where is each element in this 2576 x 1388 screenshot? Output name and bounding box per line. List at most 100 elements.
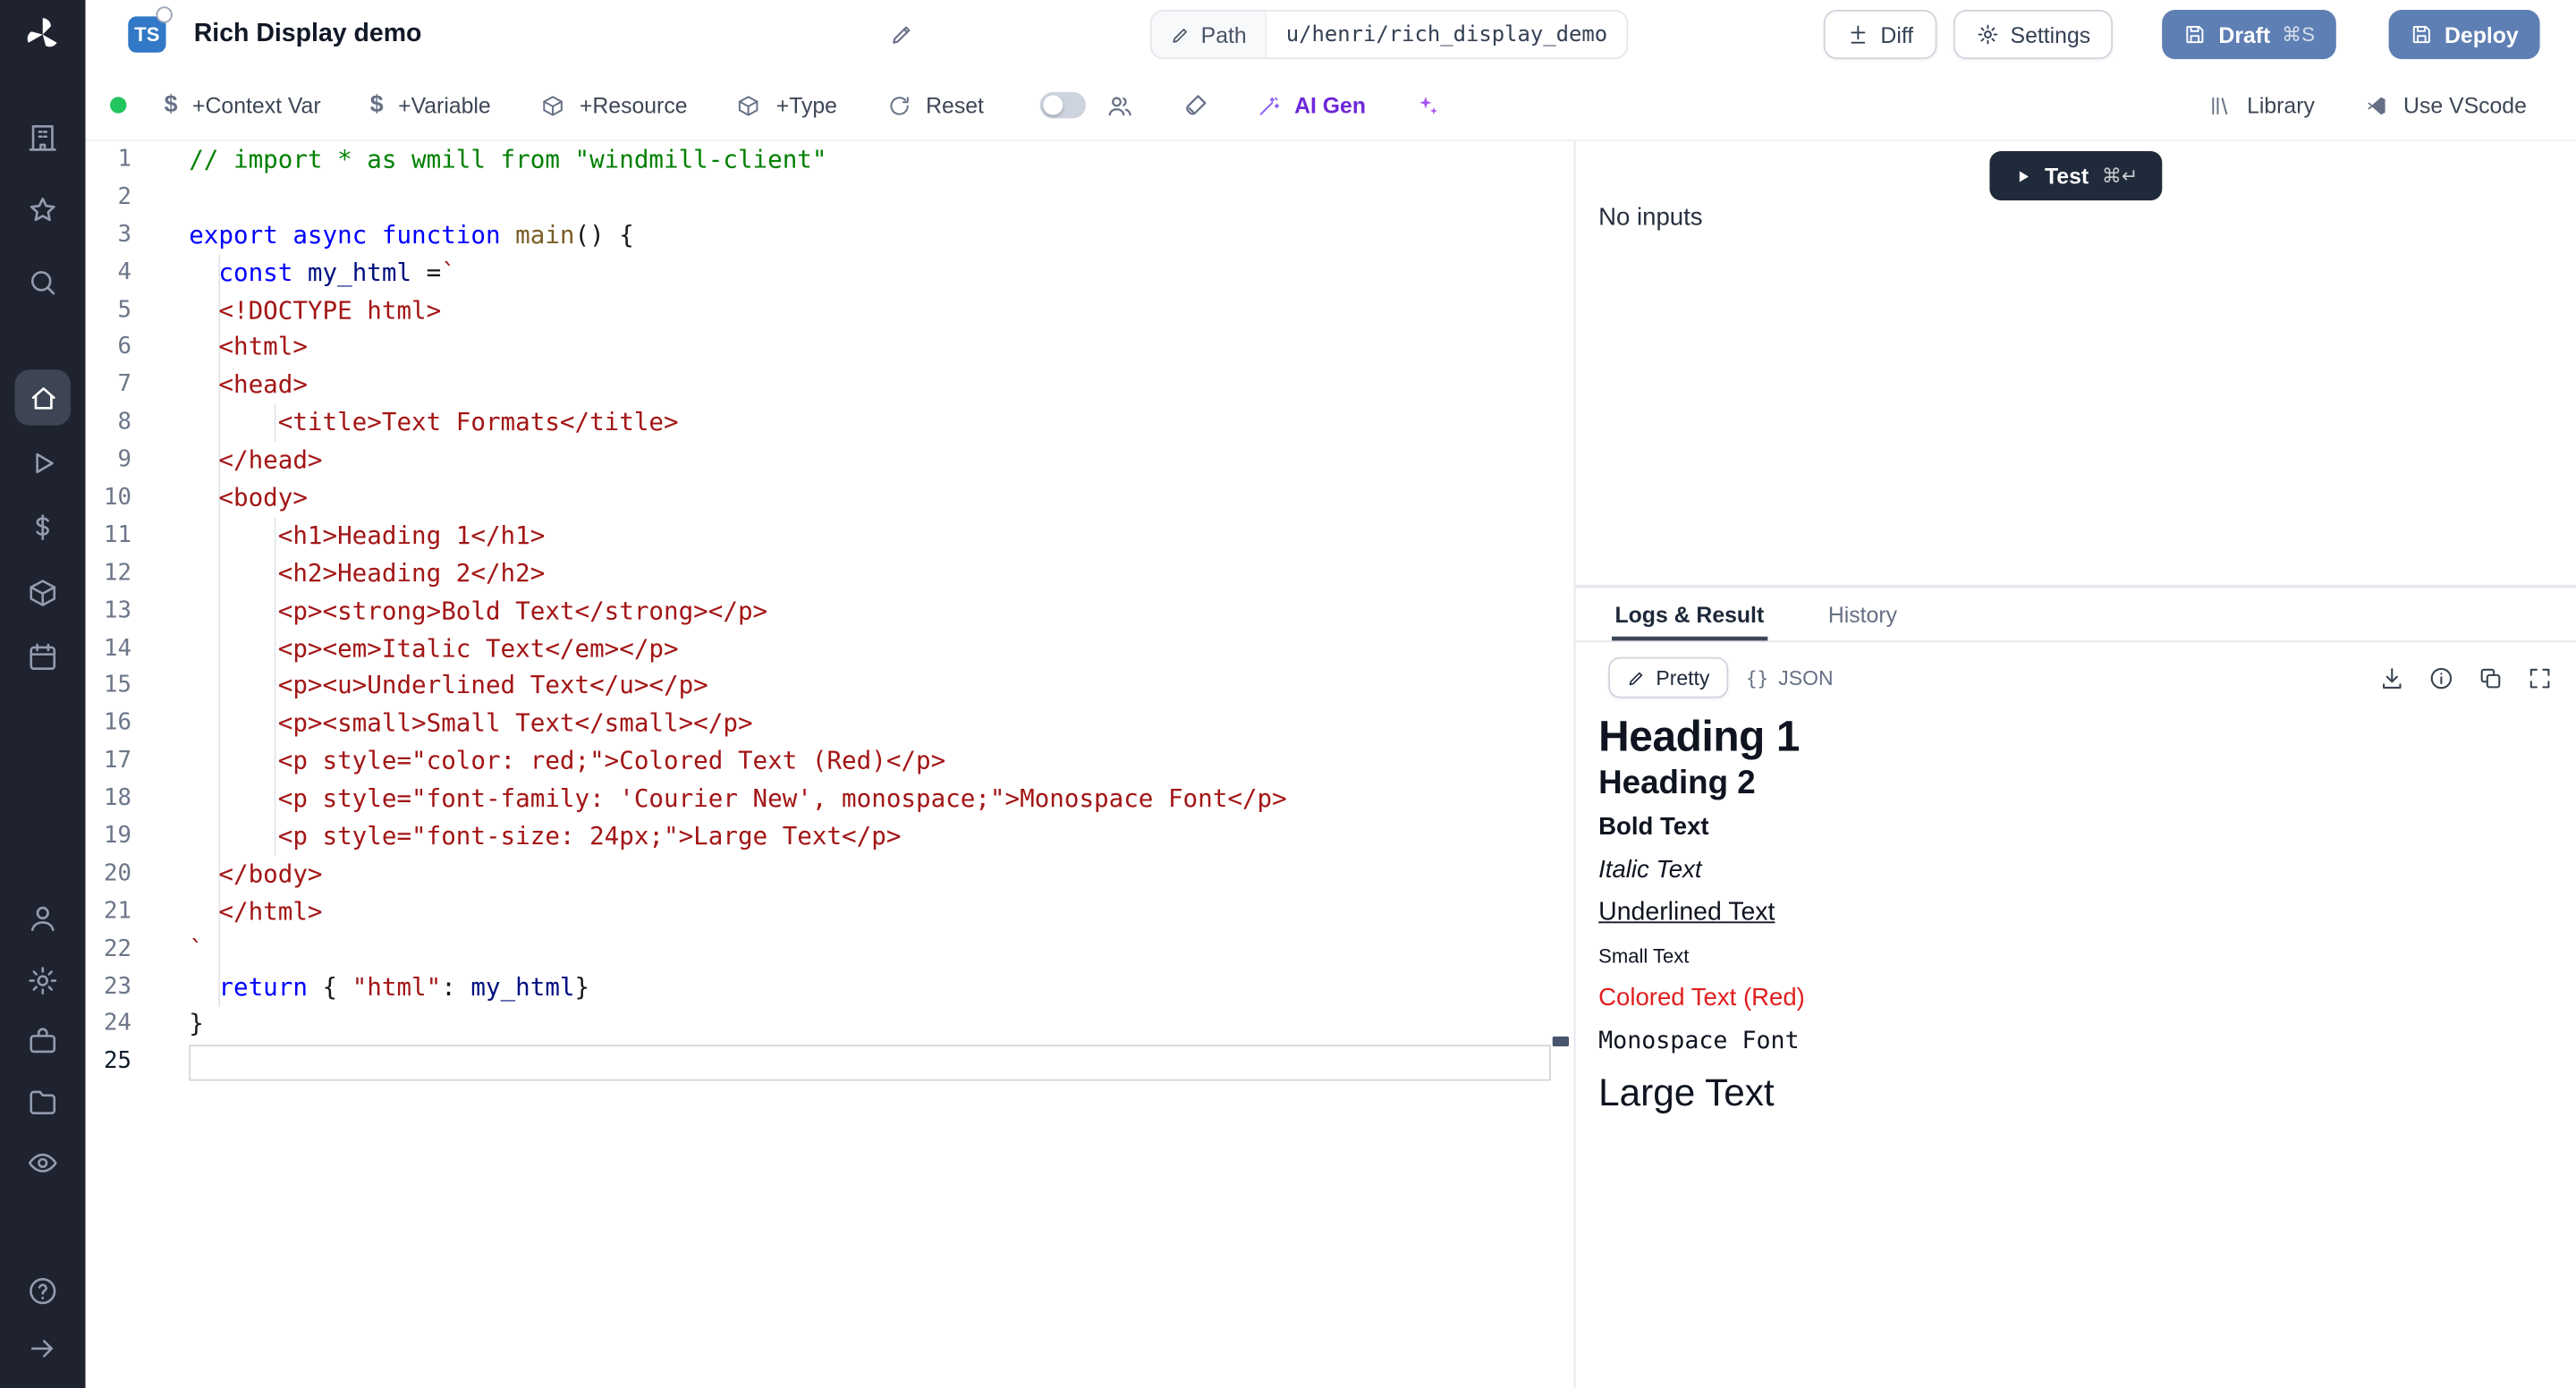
tab-logs-result[interactable]: Logs & Result bbox=[1612, 588, 1767, 641]
code-line[interactable]: // import * as wmill from "windmill-clie… bbox=[189, 141, 1573, 179]
code-line[interactable]: <p style="color: red;">Colored Text (Red… bbox=[189, 743, 1573, 781]
copy-icon[interactable] bbox=[2478, 664, 2504, 690]
diff-label: Diff bbox=[1880, 22, 1913, 47]
result-text-small: Small Text bbox=[1598, 935, 2553, 978]
add-resource-button[interactable]: +Resource bbox=[540, 93, 688, 118]
download-icon[interactable] bbox=[2379, 664, 2405, 690]
expand-sidebar-icon[interactable] bbox=[26, 1333, 59, 1366]
favorites-star-icon[interactable] bbox=[26, 194, 59, 227]
sparkles-icon[interactable] bbox=[1413, 91, 1441, 119]
info-icon[interactable] bbox=[2428, 664, 2454, 690]
result-text-red: Colored Text (Red) bbox=[1598, 978, 2553, 1020]
main-area: TS Rich Display demo Path u/henri/rich_d… bbox=[86, 0, 2576, 1388]
result-view-toolbar: Pretty {} JSON bbox=[1575, 642, 2576, 703]
sidebar-item-home[interactable] bbox=[15, 369, 71, 425]
path-label[interactable]: Path bbox=[1152, 12, 1267, 57]
line-number: 4 bbox=[86, 254, 131, 292]
rendered-result: Heading 1Heading 2Bold TextItalic TextUn… bbox=[1575, 703, 2576, 1127]
users-icon[interactable] bbox=[1106, 91, 1133, 119]
save-icon bbox=[2410, 23, 2433, 47]
code-line[interactable]: ` bbox=[189, 931, 1573, 969]
tab-history[interactable]: History bbox=[1825, 588, 1901, 641]
reset-button[interactable]: Reset bbox=[886, 93, 984, 118]
sidebar-item-workers-icon[interactable] bbox=[26, 1025, 59, 1058]
library-button[interactable]: Library bbox=[2207, 93, 2315, 118]
diff-button[interactable]: Diff bbox=[1823, 10, 1936, 59]
sidebar-item-resources-icon[interactable] bbox=[26, 577, 59, 610]
draft-button[interactable]: Draft ⌘S bbox=[2163, 10, 2336, 59]
add-context-var-button[interactable]: $ +Context Var bbox=[165, 92, 321, 118]
pretty-view-button[interactable]: Pretty bbox=[1608, 657, 1727, 698]
sidebar-item-schedules-icon[interactable] bbox=[26, 640, 59, 673]
settings-label: Settings bbox=[2011, 22, 2091, 47]
code-line[interactable]: <h1>Heading 1</h1> bbox=[189, 517, 1573, 554]
sidebar-item-user-icon[interactable] bbox=[26, 901, 59, 935]
sidebar-item-folders-icon[interactable] bbox=[26, 1086, 59, 1119]
add-type-button[interactable]: +Type bbox=[737, 93, 837, 118]
code-line[interactable]: } bbox=[189, 1006, 1573, 1044]
code-line[interactable]: <p style="font-family: 'Courier New', mo… bbox=[189, 781, 1573, 818]
code-line[interactable]: <p><em>Italic Text</em></p> bbox=[189, 631, 1573, 668]
code-line[interactable] bbox=[189, 179, 1573, 216]
diff-icon bbox=[1846, 23, 1869, 47]
path-control[interactable]: Path u/henri/rich_display_demo bbox=[1150, 10, 1629, 59]
search-icon[interactable] bbox=[26, 267, 59, 300]
ai-gen-button[interactable]: AI Gen bbox=[1257, 93, 1366, 118]
windmill-logo-icon[interactable] bbox=[21, 13, 64, 56]
json-label: JSON bbox=[1778, 666, 1833, 690]
add-type-label: +Type bbox=[776, 93, 837, 118]
add-variable-button[interactable]: $ +Variable bbox=[370, 92, 491, 118]
code-line[interactable]: <!DOCTYPE html> bbox=[189, 292, 1573, 329]
code-area[interactable]: // import * as wmill from "windmill-clie… bbox=[189, 141, 1573, 1388]
line-number: 16 bbox=[86, 706, 131, 743]
result-text-underline: Underlined Text bbox=[1598, 892, 2553, 935]
code-line[interactable] bbox=[189, 1044, 1573, 1081]
line-number: 1 bbox=[86, 141, 131, 179]
line-number: 9 bbox=[86, 442, 131, 479]
code-line[interactable]: </body> bbox=[189, 856, 1573, 893]
path-value[interactable]: u/henri/rich_display_demo bbox=[1267, 12, 1627, 57]
code-line[interactable]: <head> bbox=[189, 367, 1573, 404]
play-icon bbox=[2013, 166, 2031, 184]
json-view-button[interactable]: {} JSON bbox=[1728, 657, 1852, 698]
workspace-icon[interactable] bbox=[26, 122, 59, 155]
edit-summary-pencil-icon[interactable] bbox=[889, 21, 915, 47]
sidebar-item-settings-icon[interactable] bbox=[26, 964, 59, 997]
settings-button[interactable]: Settings bbox=[1953, 10, 2114, 59]
line-number: 25 bbox=[86, 1044, 131, 1081]
sidebar-item-variables-icon[interactable] bbox=[26, 511, 59, 544]
code-line[interactable]: const my_html =` bbox=[189, 254, 1573, 292]
code-line[interactable]: </head> bbox=[189, 442, 1573, 479]
sidebar-item-audit-icon[interactable] bbox=[26, 1147, 59, 1180]
assistant-toggle[interactable] bbox=[1039, 92, 1085, 118]
right-panel: Test ⌘↵ No inputs Logs & Result History … bbox=[1574, 141, 2576, 1388]
braces-icon: {} bbox=[1746, 666, 1768, 690]
code-line[interactable]: <p><u>Underlined Text</u></p> bbox=[189, 668, 1573, 706]
use-vscode-button[interactable]: Use VScode bbox=[2364, 93, 2527, 118]
code-editor[interactable]: 1234567891011121314151617181920212223242… bbox=[86, 141, 1574, 1388]
code-line[interactable]: </html> bbox=[189, 893, 1573, 931]
code-line[interactable]: export async function main() { bbox=[189, 216, 1573, 254]
line-number: 23 bbox=[86, 969, 131, 1006]
code-line[interactable]: <body> bbox=[189, 479, 1573, 517]
code-line[interactable]: return { "html": my_html} bbox=[189, 969, 1573, 1006]
code-line[interactable]: <p><strong>Bold Text</strong></p> bbox=[189, 592, 1573, 630]
code-line[interactable]: <p style="font-size: 24px;">Large Text</… bbox=[189, 818, 1573, 856]
expand-icon[interactable] bbox=[2527, 664, 2553, 690]
code-line[interactable]: <h2>Heading 2</h2> bbox=[189, 554, 1573, 592]
test-button[interactable]: Test ⌘↵ bbox=[1989, 151, 2163, 200]
code-line[interactable]: <title>Text Formats</title> bbox=[189, 404, 1573, 442]
pen-icon bbox=[1626, 668, 1646, 688]
language-change-badge[interactable] bbox=[156, 6, 172, 22]
code-line[interactable]: <p><small>Small Text</small></p> bbox=[189, 706, 1573, 743]
add-variable-label: +Variable bbox=[398, 93, 491, 118]
line-number: 13 bbox=[86, 592, 131, 630]
sidebar-item-runs-icon[interactable] bbox=[26, 447, 59, 480]
save-icon bbox=[2184, 23, 2207, 47]
no-inputs-text: No inputs bbox=[1598, 204, 1702, 232]
deploy-button[interactable]: Deploy bbox=[2389, 10, 2540, 59]
line-number: 12 bbox=[86, 554, 131, 592]
help-icon[interactable] bbox=[26, 1274, 59, 1308]
code-line[interactable]: <html> bbox=[189, 329, 1573, 367]
format-brush-icon[interactable] bbox=[1181, 91, 1208, 119]
